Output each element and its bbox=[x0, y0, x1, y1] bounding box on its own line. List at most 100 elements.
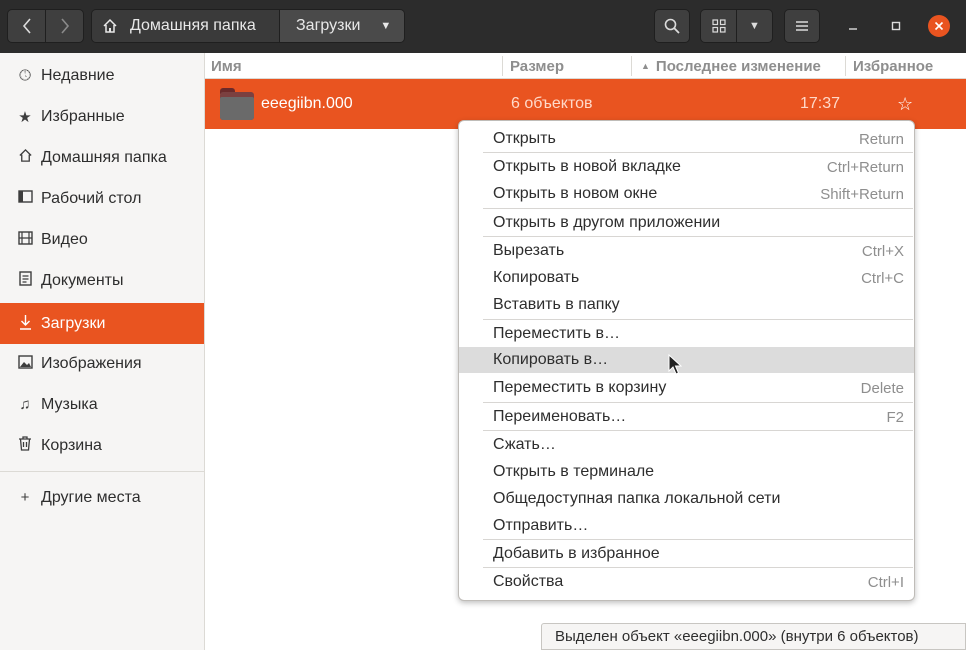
sidebar-item-pictures[interactable]: Изображения bbox=[0, 343, 204, 384]
column-header-size[interactable]: Размер bbox=[510, 53, 564, 79]
sidebar-divider bbox=[0, 471, 204, 472]
menu-item-open[interactable]: Открыть Return bbox=[459, 126, 914, 152]
sidebar-item-music[interactable]: ♫ Музыка bbox=[0, 384, 204, 425]
menu-item-open-new-tab[interactable]: Открыть в новой вкладке Ctrl+Return bbox=[459, 154, 914, 180]
menu-separator bbox=[483, 236, 913, 237]
sidebar-item-documents[interactable]: Документы bbox=[0, 260, 204, 301]
menu-item-label: Сжать… bbox=[493, 436, 556, 453]
menu-item-local-network-share[interactable]: Общедоступная папка локальной сети bbox=[459, 486, 914, 512]
menu-item-compress[interactable]: Сжать… bbox=[459, 432, 914, 458]
home-icon bbox=[103, 18, 117, 33]
main-menu-button[interactable] bbox=[784, 9, 820, 43]
menu-item-move-to[interactable]: Переместить в… bbox=[459, 321, 914, 347]
close-icon bbox=[934, 21, 944, 31]
menu-item-add-to-bookmarks[interactable]: Добавить в избранное bbox=[459, 541, 914, 567]
sidebar: 🕔︎ Недавние ★ Избранные Домашняя папка Р… bbox=[0, 53, 205, 650]
column-separator[interactable] bbox=[502, 56, 503, 76]
menu-item-label: Свойства bbox=[493, 573, 564, 590]
search-icon bbox=[664, 18, 680, 34]
sidebar-item-trash[interactable]: Корзина bbox=[0, 425, 204, 466]
menu-item-accel: Ctrl+I bbox=[867, 573, 904, 591]
film-icon bbox=[16, 230, 34, 249]
menu-separator bbox=[483, 430, 913, 431]
menu-item-cut[interactable]: Вырезать Ctrl+X bbox=[459, 238, 914, 264]
header-bar: Домашняя папка Загрузки ▼ ▼ bbox=[0, 0, 966, 53]
menu-item-rename[interactable]: Переименовать… F2 bbox=[459, 404, 914, 430]
download-icon bbox=[16, 314, 34, 334]
column-header-label: Последнее изменение bbox=[655, 57, 821, 75]
menu-item-label: Открыть bbox=[493, 130, 556, 147]
menu-separator bbox=[483, 152, 913, 153]
minimize-button[interactable] bbox=[842, 15, 864, 37]
sidebar-item-label: Другие места bbox=[41, 488, 141, 506]
sidebar-item-downloads[interactable]: Загрузки bbox=[0, 303, 204, 344]
view-mode-button[interactable] bbox=[700, 9, 737, 43]
menu-item-paste-into[interactable]: Вставить в папку bbox=[459, 292, 914, 318]
column-header-label: Имя bbox=[211, 57, 242, 75]
star-icon: ★ bbox=[18, 108, 32, 126]
column-header-name[interactable]: Имя bbox=[211, 53, 242, 79]
clock-icon: 🕔︎ bbox=[19, 67, 31, 84]
file-name: eeegiibn.000 bbox=[261, 95, 353, 112]
menu-item-open-with[interactable]: Открыть в другом приложении bbox=[459, 210, 914, 236]
column-separator[interactable] bbox=[845, 56, 846, 76]
sidebar-item-videos[interactable]: Видео bbox=[0, 219, 204, 260]
menu-item-copy[interactable]: Копировать Ctrl+C bbox=[459, 265, 914, 291]
menu-separator bbox=[483, 208, 913, 209]
menu-item-accel: F2 bbox=[886, 408, 904, 426]
menu-item-accel: Return bbox=[858, 130, 904, 148]
column-separator[interactable] bbox=[631, 56, 632, 76]
forward-button[interactable] bbox=[45, 9, 84, 43]
sidebar-item-label: Рабочий стол bbox=[41, 189, 142, 207]
sidebar-item-label: Документы bbox=[41, 271, 124, 289]
menu-item-send-to[interactable]: Отправить… bbox=[459, 513, 914, 539]
sort-ascending-icon: ▲ bbox=[641, 61, 650, 71]
document-icon bbox=[16, 271, 34, 290]
menu-item-label: Отправить… bbox=[493, 517, 589, 534]
chevron-left-icon bbox=[22, 18, 31, 34]
view-options-button[interactable]: ▼ bbox=[736, 9, 773, 43]
maximize-button[interactable] bbox=[885, 15, 907, 37]
sidebar-item-other-places[interactable]: + Другие места bbox=[0, 477, 204, 518]
menu-item-accel: Ctrl+Return bbox=[826, 158, 904, 176]
column-header-modified[interactable]: ▲ Последнее изменение bbox=[641, 53, 821, 79]
image-icon bbox=[16, 354, 34, 373]
menu-item-copy-to[interactable]: Копировать в… bbox=[459, 347, 914, 373]
sidebar-item-label: Загрузки bbox=[41, 314, 106, 332]
column-header-favorite[interactable]: Избранное bbox=[853, 53, 933, 79]
chevron-right-icon bbox=[60, 18, 69, 34]
search-button[interactable] bbox=[654, 9, 690, 43]
sidebar-item-label: Видео bbox=[41, 230, 88, 248]
desktop-icon bbox=[16, 190, 34, 207]
menu-item-label: Открыть в новом окне bbox=[493, 185, 658, 202]
close-button[interactable] bbox=[928, 15, 950, 37]
menu-item-open-terminal[interactable]: Открыть в терминале bbox=[459, 459, 914, 485]
sidebar-item-desktop[interactable]: Рабочий стол bbox=[0, 178, 204, 219]
sidebar-item-home[interactable]: Домашняя папка bbox=[0, 137, 204, 178]
menu-separator bbox=[483, 319, 913, 320]
menu-item-properties[interactable]: Свойства Ctrl+I bbox=[459, 569, 914, 595]
column-header-bar: Имя Размер ▲ Последнее изменение Избранн… bbox=[205, 53, 966, 79]
sidebar-item-starred[interactable]: ★ Избранные bbox=[0, 96, 204, 137]
sidebar-item-recent[interactable]: 🕔︎ Недавние bbox=[0, 55, 204, 96]
back-button[interactable] bbox=[7, 9, 46, 43]
menu-item-move-to-trash[interactable]: Переместить в корзину Delete bbox=[459, 375, 914, 401]
menu-item-label: Переместить в корзину bbox=[493, 379, 667, 396]
grid-icon bbox=[711, 19, 726, 33]
status-bar: Выделен объект «eeegiibn.000» (внутри 6 … bbox=[541, 623, 966, 650]
plus-icon: + bbox=[20, 489, 30, 506]
column-header-label: Избранное bbox=[853, 57, 934, 75]
path-segment-downloads[interactable]: Загрузки ▼ bbox=[280, 10, 404, 42]
path-current-label: Загрузки bbox=[296, 17, 361, 34]
menu-separator bbox=[483, 567, 913, 568]
menu-item-label: Копировать bbox=[493, 269, 580, 286]
mouse-pointer-icon bbox=[668, 354, 682, 375]
path-segment-home[interactable]: Домашняя папка bbox=[92, 10, 280, 42]
menu-item-accel: Delete bbox=[860, 379, 904, 397]
trash-icon bbox=[16, 436, 34, 455]
sidebar-item-label: Изображения bbox=[41, 354, 142, 372]
menu-item-open-new-window[interactable]: Открыть в новом окне Shift+Return bbox=[459, 181, 914, 207]
sidebar-item-label: Корзина bbox=[41, 436, 102, 454]
menu-item-label: Вставить в папку bbox=[493, 296, 620, 313]
menu-separator bbox=[483, 539, 913, 540]
